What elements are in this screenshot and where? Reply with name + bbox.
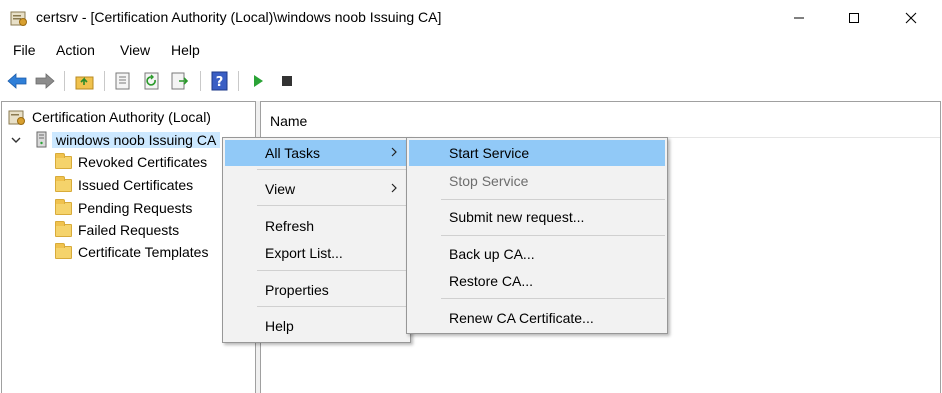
properties-icon[interactable] [112, 70, 134, 92]
menu-item-start-service[interactable]: Start Service [409, 140, 665, 166]
context-menu: All Tasks View Refresh Export List... Pr… [222, 137, 411, 343]
all-tasks-submenu: Start Service Stop Service Submit new re… [406, 137, 668, 334]
toolbar-separator [238, 71, 239, 91]
chevron-down-icon[interactable] [10, 131, 22, 149]
menu-item-all-tasks[interactable]: All Tasks [225, 140, 408, 166]
tree-item-issued-certificates[interactable]: Issued Certificates [54, 174, 193, 196]
certsrv-app-icon[interactable] [10, 9, 28, 27]
folder-icon [54, 198, 72, 217]
menu-item-refresh[interactable]: Refresh [225, 213, 408, 239]
menu-item-stop-service: Stop Service [449, 173, 529, 189]
menu-separator [257, 169, 408, 170]
menu-item-help[interactable]: Help [225, 313, 408, 339]
menu-view[interactable]: View [120, 42, 150, 58]
start-service-icon[interactable] [247, 70, 269, 92]
server-icon [32, 131, 50, 149]
window-title: certsrv - [Certification Authority (Loca… [36, 9, 442, 25]
tree-item-failed-requests[interactable]: Failed Requests [54, 219, 179, 241]
tree-root-node[interactable]: Certification Authority (Local) [8, 106, 211, 128]
menu-separator [257, 306, 408, 307]
menu-item-renew-ca-certificate[interactable]: Renew CA Certificate... [409, 305, 665, 331]
export-list-icon[interactable] [169, 70, 191, 92]
tree-ca-node[interactable]: windows noob Issuing CA [10, 129, 221, 151]
help-icon[interactable]: ? [209, 70, 231, 92]
menu-action[interactable]: Action [56, 42, 95, 58]
column-header-name[interactable]: Name [261, 102, 940, 138]
tree-item-label: Failed Requests [78, 222, 180, 238]
menu-separator [441, 199, 665, 200]
tree-ca-label: windows noob Issuing CA [52, 132, 221, 148]
toolbar: ? [0, 66, 942, 96]
menu-separator [441, 298, 665, 299]
menu-item-back-up-ca[interactable]: Back up CA... [409, 241, 665, 267]
tree-item-label: Certificate Templates [78, 244, 209, 260]
svg-text:?: ? [216, 75, 224, 90]
menu-item-export-list[interactable]: Export List... [225, 240, 408, 266]
menu-separator [441, 235, 665, 236]
column-header-label: Name [270, 113, 308, 129]
refresh-icon[interactable] [141, 70, 163, 92]
tree-root-label: Certification Authority (Local) [32, 109, 211, 125]
title-bar: certsrv - [Certification Authority (Loca… [0, 0, 942, 36]
folder-icon [54, 152, 72, 171]
minimize-button[interactable] [776, 0, 822, 36]
certification-authority-icon [8, 108, 26, 126]
chevron-right-icon [388, 145, 400, 159]
menu-item-restore-ca[interactable]: Restore CA... [409, 268, 665, 294]
menu-help[interactable]: Help [171, 42, 200, 58]
tree-item-certificate-templates[interactable]: Certificate Templates [54, 241, 208, 263]
menu-item-submit-new-request[interactable]: Submit new request... [409, 204, 665, 230]
maximize-button[interactable] [831, 0, 877, 36]
tree-item-pending-requests[interactable]: Pending Requests [54, 197, 192, 219]
stop-service-icon[interactable] [276, 70, 298, 92]
menu-separator [257, 205, 408, 206]
forward-arrow-icon[interactable] [34, 70, 56, 92]
folder-icon [54, 220, 72, 239]
chevron-right-icon [388, 181, 400, 195]
toolbar-separator [64, 71, 65, 91]
menu-separator [257, 270, 408, 271]
back-arrow-icon[interactable] [6, 70, 28, 92]
tree-item-label: Revoked Certificates [78, 154, 208, 170]
tree-item-label: Issued Certificates [78, 177, 194, 193]
tree-item-revoked-certificates[interactable]: Revoked Certificates [54, 151, 207, 173]
toolbar-separator [200, 71, 201, 91]
menu-item-view[interactable]: View [225, 176, 408, 202]
menu-bar: File Action View Help [0, 38, 942, 64]
folder-icon [54, 175, 72, 194]
tree-item-label: Pending Requests [78, 200, 193, 216]
up-folder-icon[interactable] [74, 70, 96, 92]
toolbar-separator [104, 71, 105, 91]
console-tree: Certification Authority (Local) windows … [1, 101, 256, 393]
folder-icon [54, 242, 72, 261]
menu-item-properties[interactable]: Properties [225, 277, 408, 303]
menu-file[interactable]: File [13, 42, 36, 58]
close-button[interactable] [888, 0, 934, 36]
